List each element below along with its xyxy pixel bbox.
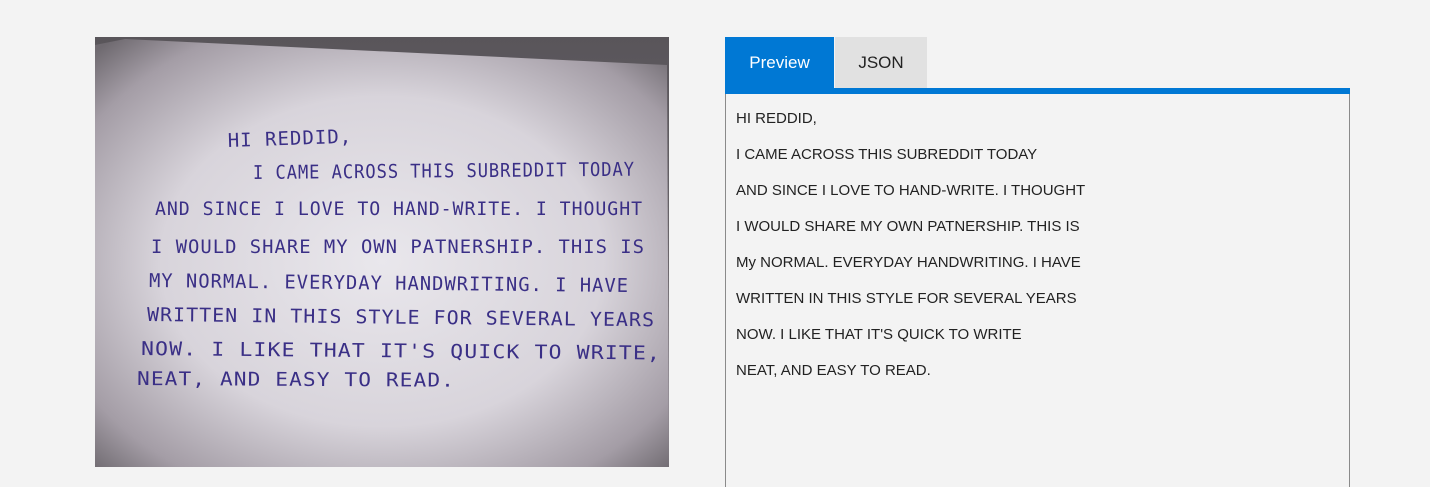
preview-line: I WOULD SHARE MY OWN PATNERSHIP. THIS IS [736, 218, 1080, 235]
tab-json[interactable]: JSON [835, 37, 927, 88]
preview-content: HI REDDID, I CAME ACROSS THIS SUBREDDIT … [725, 94, 1350, 487]
page: HI REDDID, I CAME ACROSS THIS SUBREDDIT … [0, 0, 1430, 487]
handwritten-line: HI REDDID, [227, 126, 352, 152]
handwritten-line: NOW. I LIKE THAT IT'S QUICK TO WRITE, [141, 338, 661, 365]
preview-line: AND SINCE I LOVE TO HAND-WRITE. I THOUGH… [736, 182, 1086, 199]
result-panel: Preview JSON HI REDDID, I CAME ACROSS TH… [725, 37, 1350, 487]
preview-line: I CAME ACROSS THIS SUBREDDIT TODAY [736, 146, 1038, 163]
handwritten-line: I WOULD SHARE MY OWN PATNERSHIP. THIS IS [151, 236, 645, 258]
preview-line: WRITTEN IN THIS STYLE FOR SEVERAL YEARS [736, 290, 1077, 307]
tab-bar: Preview JSON [725, 37, 1350, 88]
preview-line: NEAT, AND EASY TO READ. [736, 362, 931, 379]
tab-preview[interactable]: Preview [725, 37, 834, 88]
tab-json-label: JSON [858, 52, 904, 72]
handwritten-line: AND SINCE I LOVE TO HAND-WRITE. I THOUGH… [155, 198, 643, 220]
handwritten-line: I CAME ACROSS THIS SUBREDDIT TODAY [253, 159, 635, 184]
handwriting-photo: HI REDDID, I CAME ACROSS THIS SUBREDDIT … [95, 37, 669, 467]
handwriting-photo-svg: HI REDDID, I CAME ACROSS THIS SUBREDDIT … [95, 37, 669, 467]
preview-line: HI REDDID, [736, 110, 817, 127]
tab-preview-label: Preview [749, 52, 810, 72]
preview-line: My NORMAL. EVERYDAY HANDWRITING. I HAVE [736, 254, 1081, 271]
preview-line: NOW. I LIKE THAT IT'S QUICK TO WRITE [736, 326, 1022, 343]
handwritten-line: NEAT, AND EASY TO READ. [137, 368, 455, 392]
